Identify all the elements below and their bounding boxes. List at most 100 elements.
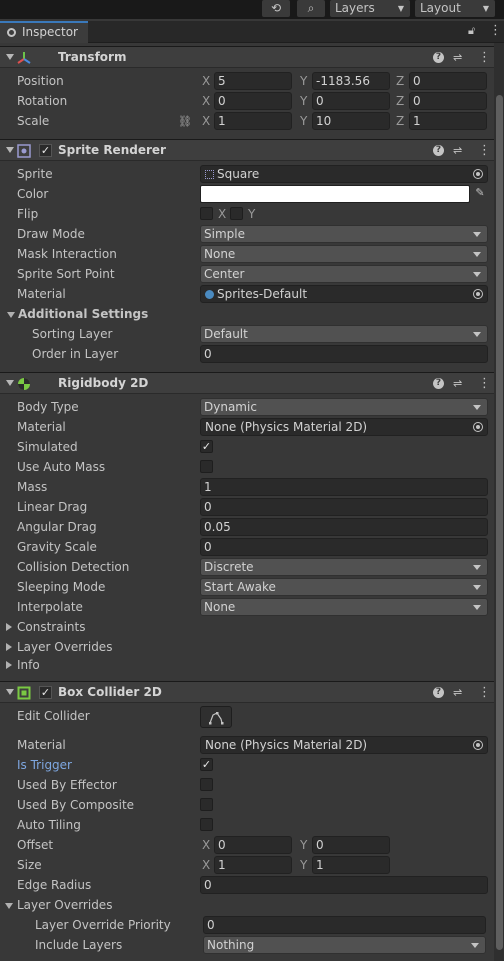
use-auto-mass-label: Use Auto Mass [17,460,106,474]
tab-inspector[interactable]: Inspector [0,21,88,43]
mass-field[interactable]: 1 [200,478,488,496]
scale-x-field[interactable]: 1 [214,112,292,130]
object-picker-icon[interactable] [473,422,483,432]
flip-label: Flip [17,207,39,221]
constrain-proportions-icon[interactable]: ⛓︎ [178,115,192,128]
draw-mode-dropdown[interactable]: Simple [200,225,488,243]
foldout-arrow-icon[interactable] [5,903,13,909]
constraints-foldout[interactable]: Constraints [0,617,494,637]
offset-label: Offset [17,838,54,852]
foldout-arrow-icon[interactable] [6,147,14,153]
edge-radius-field[interactable]: 0 [200,876,488,894]
used-by-effector-checkbox[interactable] [200,778,213,791]
linear-drag-field[interactable]: 0 [200,498,488,516]
kebab-menu-icon[interactable]: ⋮ [478,47,491,68]
rotation-y-field[interactable]: 0 [312,92,390,110]
edit-collider-button[interactable] [200,706,232,728]
sprite-renderer-header[interactable]: ✓ Sprite Renderer ? ⇌ ⋮ [0,139,494,161]
object-picker-icon[interactable] [473,169,483,179]
sleeping-mode-dropdown[interactable]: Start Awake [200,578,488,596]
help-icon[interactable]: ? [433,378,444,389]
body-type-row: Body Type Dynamic [0,397,494,417]
flip-x-checkbox[interactable] [200,207,213,220]
preset-icon[interactable]: ⇌ [453,686,462,699]
preset-icon[interactable]: ⇌ [453,51,462,64]
bc-layer-overrides-foldout[interactable]: Layer Overrides [0,895,494,915]
sorting-layer-label: Sorting Layer [32,327,113,341]
interpolate-dropdown[interactable]: None [200,598,488,616]
include-layers-dropdown[interactable]: Nothing [203,936,486,954]
material-object-field[interactable]: Sprites-Default [200,285,488,303]
sprite-object-field[interactable]: Square [200,165,488,183]
eyedropper-icon[interactable]: ✎ [473,186,487,200]
foldout-arrow-icon[interactable] [6,643,12,651]
lock-icon[interactable]: 🔓︎ [468,24,475,38]
offset-x-field[interactable]: 0 [214,836,292,854]
rotation-z-field[interactable]: 0 [409,92,487,110]
help-icon[interactable]: ? [433,52,444,63]
auto-tiling-checkbox[interactable] [200,818,213,831]
scale-z-field[interactable]: 1 [409,112,487,130]
is-trigger-checkbox[interactable]: ✓ [200,758,213,771]
sorting-layer-dropdown[interactable]: Default [200,325,488,343]
info-foldout[interactable]: Info [0,655,494,675]
component-enabled-checkbox[interactable]: ✓ [39,144,52,157]
component-enabled-checkbox[interactable]: ✓ [39,686,52,699]
gravity-scale-field[interactable]: 0 [200,538,488,556]
collision-detection-dropdown[interactable]: Discrete [200,558,488,576]
simulated-checkbox[interactable]: ✓ [200,440,213,453]
color-swatch[interactable] [200,185,470,203]
box-collider-2d-header[interactable]: ✓ Box Collider 2D ? ⇌ ⋮ [0,681,494,703]
kebab-menu-icon[interactable]: ⋮ [478,373,491,394]
layer-override-priority-field[interactable]: 0 [203,916,486,934]
chevron-down-icon [473,252,481,257]
angular-drag-field[interactable]: 0.05 [200,518,488,536]
size-x-field[interactable]: 1 [214,856,292,874]
sprite-sort-point-dropdown[interactable]: Center [200,265,488,283]
scale-y-field[interactable]: 10 [312,112,390,130]
physics-material-field[interactable]: None (Physics Material 2D) [200,736,488,754]
layout-dropdown[interactable]: Layout ▼ [415,0,495,17]
help-icon[interactable]: ? [433,145,444,156]
is-trigger-row: Is Trigger ✓ [0,755,494,775]
use-auto-mass-checkbox[interactable] [200,460,213,473]
transform-header[interactable]: Transform ? ⇌ ⋮ [0,46,494,68]
rotation-x-field[interactable]: 0 [214,92,292,110]
kebab-menu-icon[interactable]: ⋮ [489,23,502,38]
foldout-arrow-icon[interactable] [7,312,15,318]
additional-settings-row[interactable]: Additional Settings [0,304,494,324]
size-y-field[interactable]: 1 [312,856,390,874]
physics-material-field[interactable]: None (Physics Material 2D) [200,418,488,436]
position-z-field[interactable]: 0 [409,72,487,90]
y-axis-label: Y [300,858,308,872]
rigidbody-icon [18,378,30,390]
color-label: Color [17,187,49,201]
flip-y-checkbox[interactable] [230,207,243,220]
rigidbody-2d-header[interactable]: Rigidbody 2D ? ⇌ ⋮ [0,372,494,394]
order-in-layer-field[interactable]: 0 [200,345,488,363]
layer-overrides-foldout[interactable]: Layer Overrides [0,637,494,657]
position-x-field[interactable]: 5 [214,72,292,90]
kebab-menu-icon[interactable]: ⋮ [478,140,491,161]
position-y-field[interactable]: -1183.56 [312,72,390,90]
history-button[interactable]: ⟲ [262,0,290,17]
body-type-dropdown[interactable]: Dynamic [200,398,488,416]
preset-icon[interactable]: ⇌ [453,377,462,390]
layers-dropdown[interactable]: Layers ▼ [330,0,410,17]
search-button[interactable]: ⌕ [297,0,325,17]
foldout-arrow-icon[interactable] [6,661,12,669]
used-by-composite-checkbox[interactable] [200,798,213,811]
foldout-arrow-icon[interactable] [6,623,12,631]
preset-icon[interactable]: ⇌ [453,144,462,157]
object-picker-icon[interactable] [473,740,483,750]
object-picker-icon[interactable] [473,289,483,299]
foldout-arrow-icon[interactable] [6,54,14,60]
scrollbar-thumb[interactable] [496,95,503,950]
foldout-arrow-icon[interactable] [6,689,14,695]
help-icon[interactable]: ? [433,687,444,698]
mask-interaction-dropdown[interactable]: None [200,245,488,263]
foldout-arrow-icon[interactable] [6,380,14,386]
collision-detection-label: Collision Detection [17,560,130,574]
kebab-menu-icon[interactable]: ⋮ [478,682,491,703]
offset-y-field[interactable]: 0 [312,836,390,854]
